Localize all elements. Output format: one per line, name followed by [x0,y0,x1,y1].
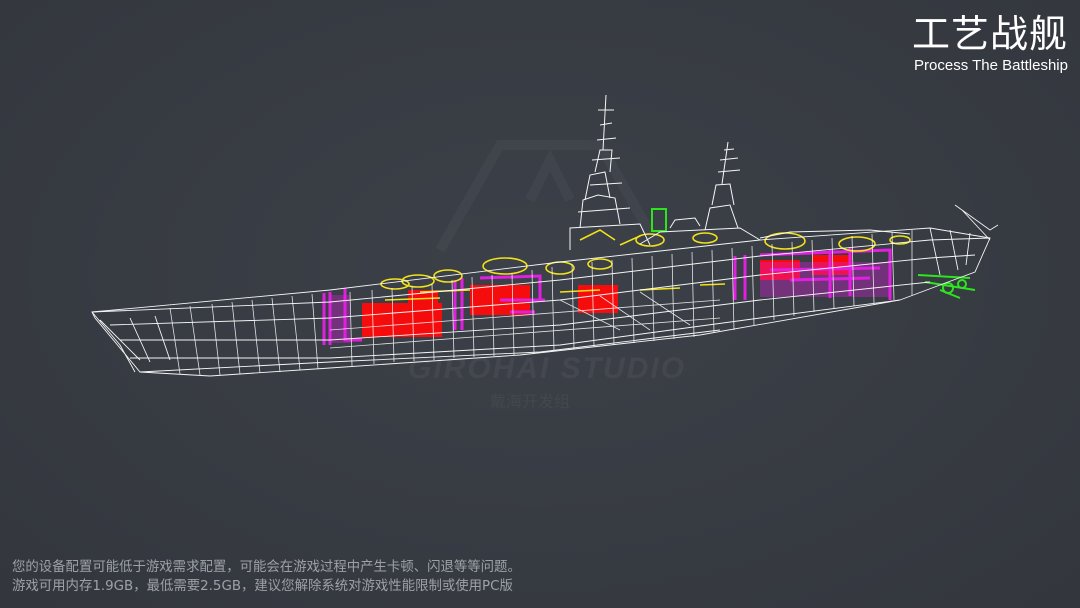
funnel-marker [651,208,667,232]
warning-line-1: 您的设备配置可能低于游戏需求配置，可能会在游戏过程中产生卡顿、闪退等等问题。 [12,560,521,575]
anchor-gear [917,274,976,299]
title-block: 工艺战舰 Process The Battleship [912,12,1068,75]
game-subtitle: Process The Battleship [914,57,1068,74]
battleship-wireframe [91,94,999,377]
warning-line-2: 游戏可用内存1.9GB，最低需要2.5GB，建议您解除系统对游戏性能限制或使用P… [12,579,513,594]
studio-logo-watermark [440,145,660,250]
performance-warning: 您的设备配置可能低于游戏需求配置，可能会在游戏过程中产生卡顿、闪退等等问题。 游… [12,558,521,596]
loading-screen: GIROHAI STUDIO 戴海开发组 工艺战舰 Process The Ba… [0,0,1080,608]
game-title: 工艺战舰 [911,12,1068,56]
